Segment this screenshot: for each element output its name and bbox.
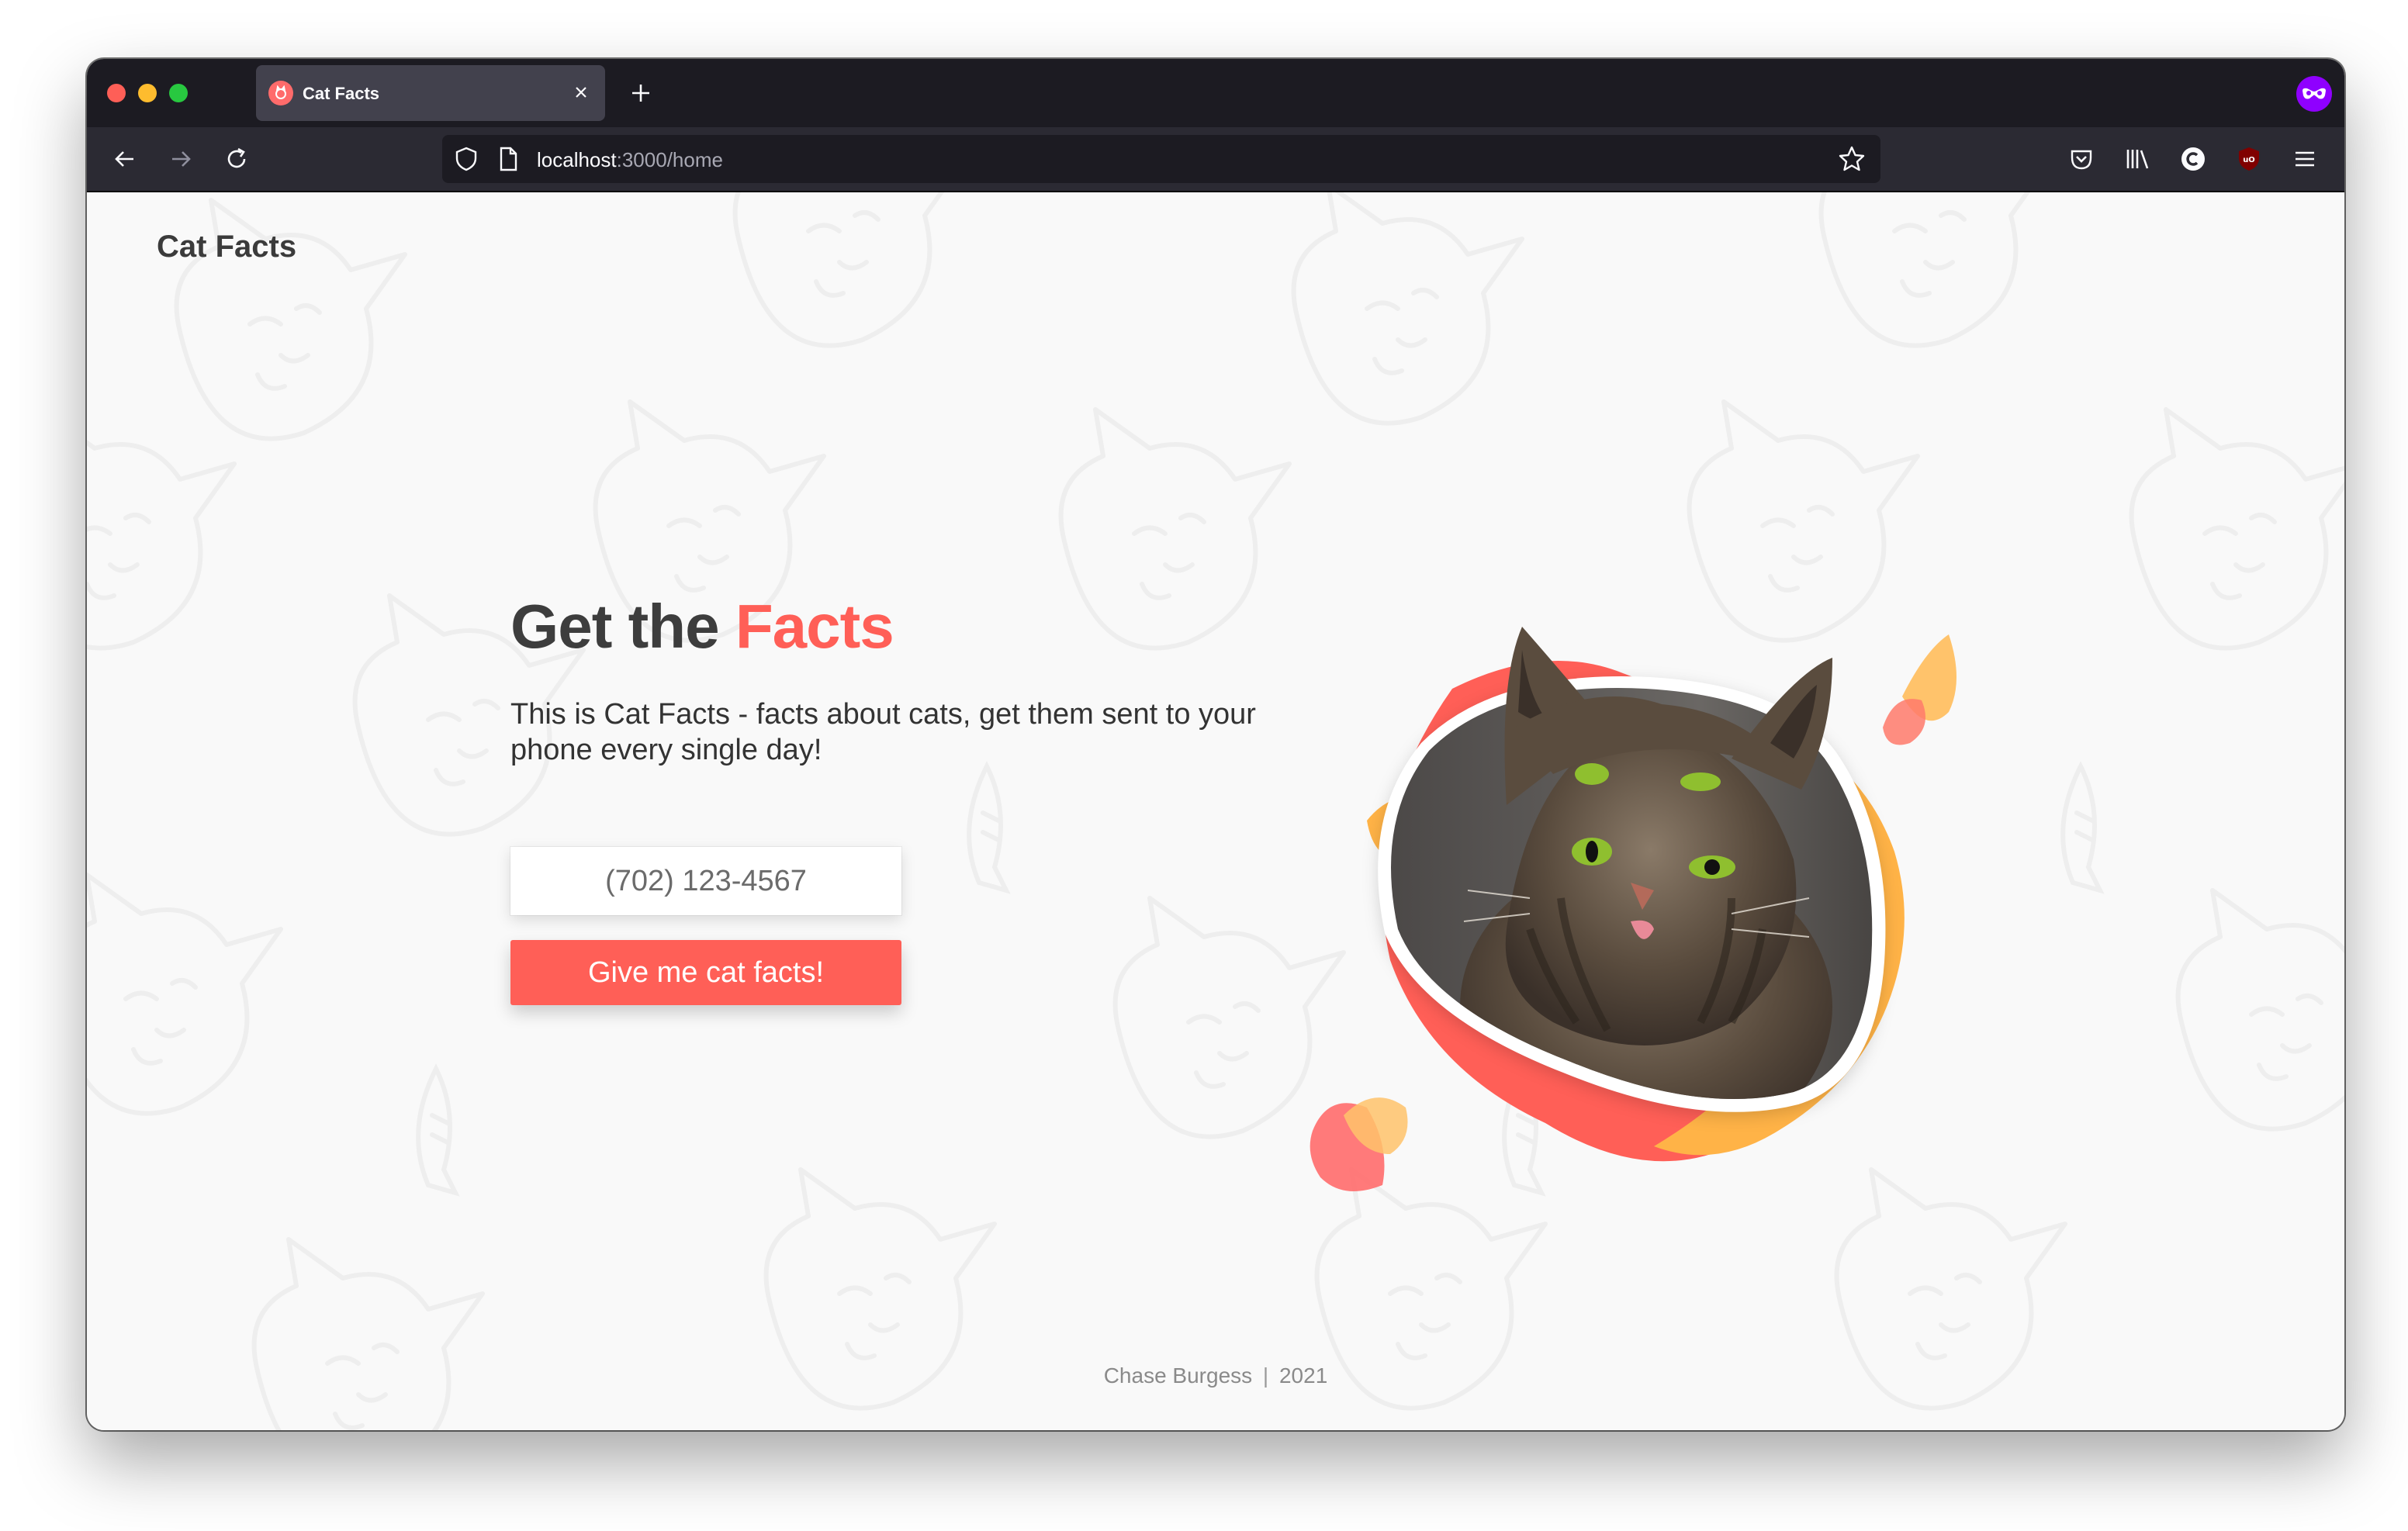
footer-year: 2021	[1278, 1363, 1328, 1388]
page-icon[interactable]	[495, 146, 521, 172]
page-content: Cat Facts Get the Facts This is Cat Fact…	[87, 192, 2344, 1430]
minimize-window-button[interactable]	[138, 84, 157, 102]
tab-bar: Cat Facts	[87, 59, 2344, 127]
reload-icon[interactable]	[219, 141, 254, 177]
phone-number-input[interactable]	[510, 847, 901, 915]
url-host: localhost	[537, 148, 617, 171]
close-window-button[interactable]	[107, 84, 126, 102]
url-path: :3000/home	[616, 148, 723, 171]
svg-text:uO: uO	[2243, 156, 2255, 164]
navigation-toolbar: localhost:3000/home uO	[87, 127, 2344, 192]
arrow-left-icon[interactable]	[107, 141, 143, 177]
hero-subtitle: This is Cat Facts - facts about cats, ge…	[510, 698, 1256, 766]
arrow-right-icon[interactable]	[163, 141, 199, 177]
coral-drop-blob	[1883, 699, 1925, 745]
close-tab-icon[interactable]	[568, 79, 594, 105]
star-icon[interactable]	[1837, 144, 1867, 174]
pocket-icon[interactable]	[2062, 140, 2101, 178]
cat-photo-illustration	[1310, 627, 1956, 1191]
new-tab-button[interactable]	[624, 76, 658, 110]
c-extension-icon[interactable]	[2174, 140, 2213, 178]
cat-favicon-icon	[268, 81, 293, 105]
maximize-window-button[interactable]	[169, 84, 188, 102]
shield-icon[interactable]	[453, 146, 479, 172]
footer-separator: |	[1262, 1363, 1269, 1388]
private-mask-icon[interactable]	[2296, 76, 2332, 112]
headline-accent: Facts	[735, 592, 894, 661]
address-bar[interactable]: localhost:3000/home	[442, 135, 1880, 183]
footer-author: Chase Burgess	[1103, 1363, 1253, 1388]
ublock-icon[interactable]: uO	[2230, 140, 2268, 178]
hero-headline: Get the Facts	[510, 591, 894, 662]
headline-prefix: Get the	[510, 592, 735, 661]
give-me-cat-facts-button[interactable]: Give me cat facts!	[510, 940, 901, 1005]
brand-logo[interactable]: Cat Facts	[157, 230, 296, 264]
hamburger-menu-icon[interactable]	[2285, 140, 2324, 178]
url-text[interactable]: localhost:3000/home	[537, 148, 723, 172]
footer: Chase Burgess | 2021	[87, 1363, 2344, 1388]
library-icon[interactable]	[2118, 140, 2157, 178]
tab-cat-facts[interactable]: Cat Facts	[256, 65, 605, 121]
tab-title: Cat Facts	[303, 84, 380, 103]
browser-window: Cat Facts localhost:3000/home uO Cat Fac…	[87, 59, 2344, 1430]
